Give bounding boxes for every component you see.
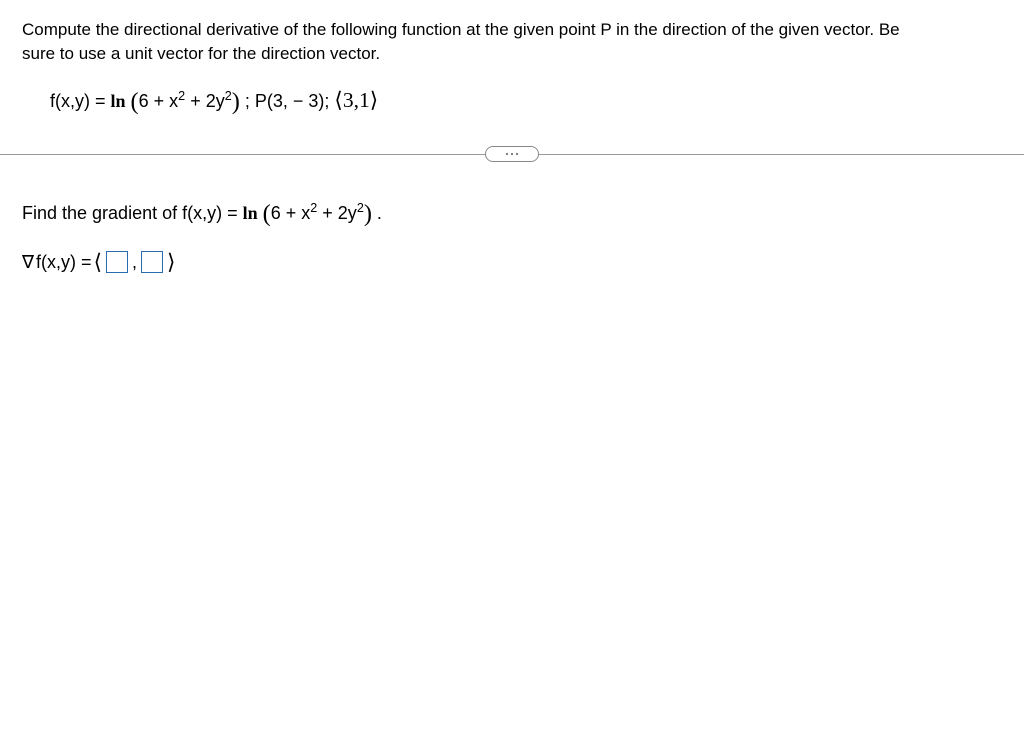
expand-button[interactable]	[485, 146, 539, 162]
answer-comma: ,	[132, 252, 137, 273]
q-exponent-2b: 2	[357, 201, 364, 215]
left-paren: (	[131, 88, 139, 115]
expr-part-2: + 2y	[185, 91, 225, 111]
problem-statement: Compute the directional derivative of th…	[22, 18, 1002, 66]
answer-langle: ⟨	[94, 250, 102, 275]
question-prefix: Find the gradient of f(x,y) =	[22, 203, 243, 223]
ln-operator: ln	[111, 91, 126, 111]
exponent-2b: 2	[225, 89, 232, 103]
direction-vector: ⟨3,1⟩	[334, 88, 378, 112]
expr-part-1: 6 + x	[139, 91, 179, 111]
answer-rangle: ⟩	[167, 250, 175, 275]
question-period: .	[372, 203, 382, 223]
gradient-question: Find the gradient of f(x,y) = ln (6 + x 2…	[22, 200, 1002, 228]
func-prefix: f(x,y) =	[50, 91, 111, 111]
gradient-answer: ∇f(x,y) = ⟨ , ⟩	[22, 250, 1002, 275]
section-divider	[22, 144, 1002, 164]
problem-equation: f(x,y) = ln (6 + x2 + 2y2) ; P(3, − 3); …	[22, 88, 1002, 116]
gradient-y-input[interactable]	[141, 251, 163, 273]
q-expr-part-1: 6 + x	[271, 203, 311, 223]
ln-operator-2: ln	[243, 203, 258, 223]
ellipsis-icon	[506, 153, 518, 155]
point-label: ; P(3, − 3);	[245, 91, 335, 111]
gradient-x-input[interactable]	[106, 251, 128, 273]
statement-line-1: Compute the directional derivative of th…	[22, 20, 900, 39]
q-expr-part-2: + 2y	[317, 203, 357, 223]
nabla-symbol: ∇	[22, 252, 34, 273]
right-paren: )	[232, 88, 240, 115]
left-paren-2: (	[263, 200, 271, 227]
answer-label: f(x,y) =	[36, 252, 92, 273]
right-paren-2: )	[364, 200, 372, 227]
statement-line-2: sure to use a unit vector for the direct…	[22, 44, 380, 63]
